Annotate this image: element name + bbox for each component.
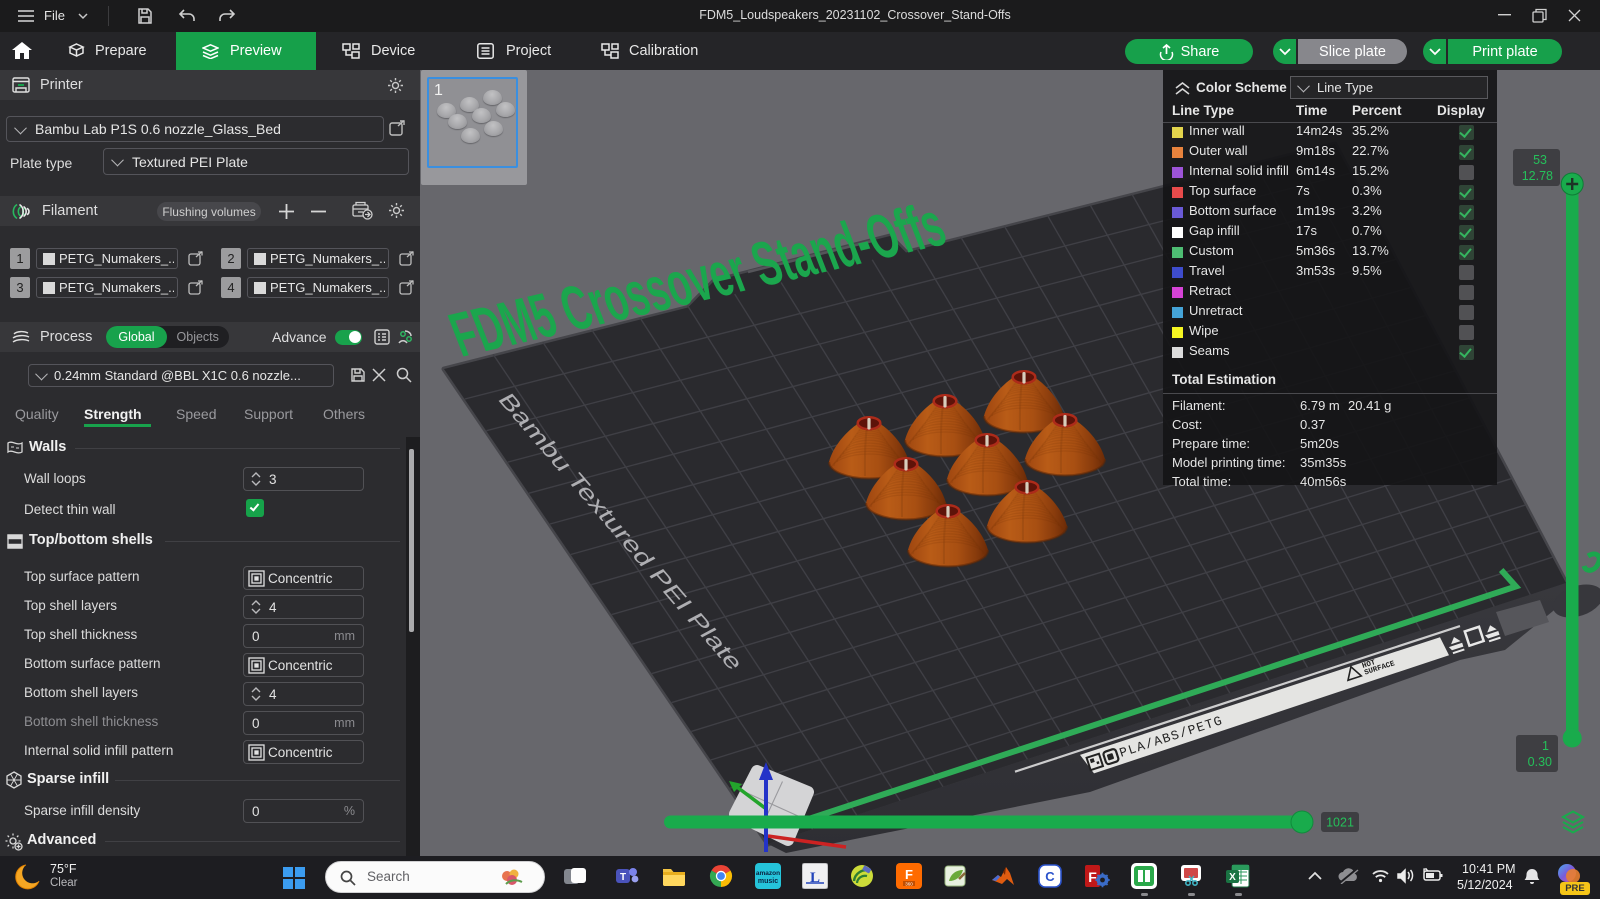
svg-text:1: 1 xyxy=(1542,739,1549,753)
svg-text:C: C xyxy=(1045,869,1055,884)
svg-text:360: 360 xyxy=(905,882,913,887)
svg-text:F: F xyxy=(905,867,913,882)
svg-text:12.78: 12.78 xyxy=(1522,169,1553,183)
svg-text:music: music xyxy=(758,878,778,885)
svg-text:X: X xyxy=(1229,872,1236,883)
svg-text:T: T xyxy=(620,872,626,883)
svg-text:1021: 1021 xyxy=(1326,816,1354,830)
svg-text:0.30: 0.30 xyxy=(1528,755,1552,769)
svg-text:amazon: amazon xyxy=(756,870,780,877)
svg-text:53: 53 xyxy=(1533,153,1547,167)
svg-text:F: F xyxy=(1088,869,1097,885)
